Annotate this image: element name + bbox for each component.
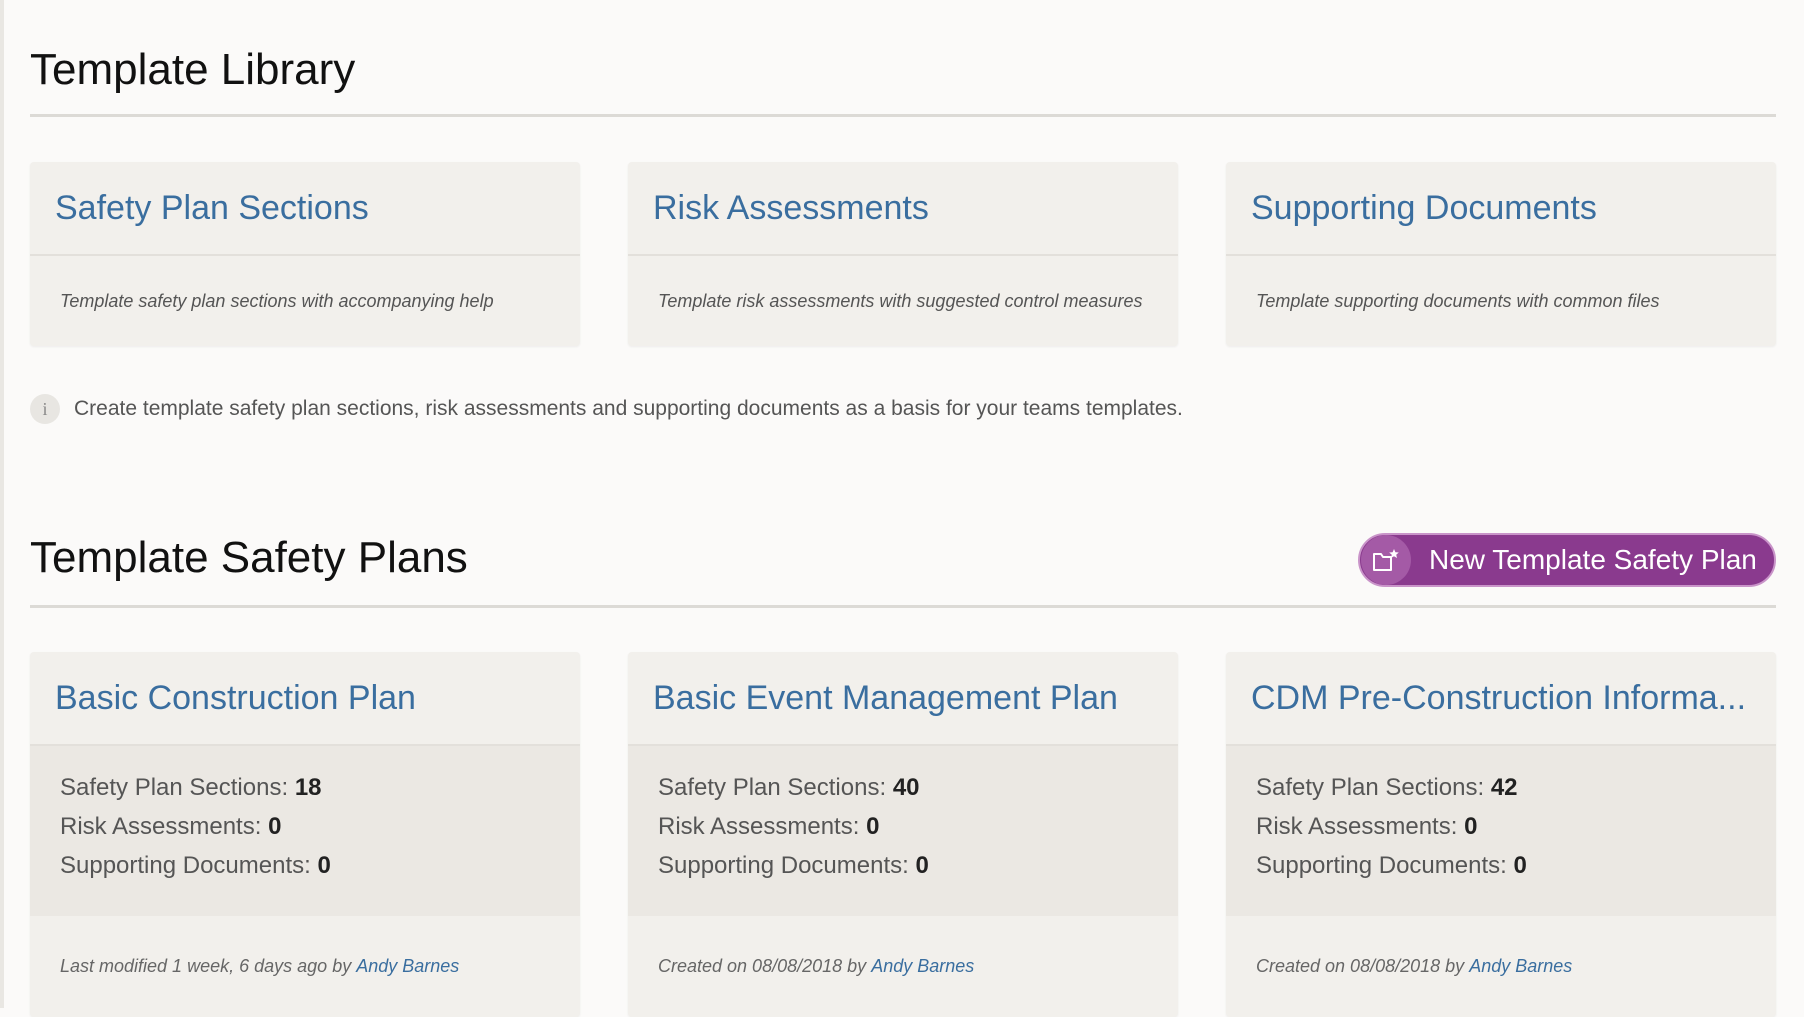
stat-label: Safety Plan Sections: <box>658 774 887 801</box>
stat-value: 18 <box>294 774 322 801</box>
new-template-safety-plan-button[interactable]: New Template Safety Plan <box>1358 533 1776 587</box>
plan-card[interactable]: CDM Pre-Construction Informa... Safety P… <box>1226 652 1776 1017</box>
plan-cards: Basic Construction Plan Safety Plan Sect… <box>30 652 1776 1017</box>
stat-label: Supporting Documents: <box>658 852 909 879</box>
stat-value: 0 <box>268 813 282 840</box>
folder-star-icon <box>1361 535 1411 585</box>
library-card-supporting-documents[interactable]: Supporting Documents Template supporting… <box>1226 162 1776 346</box>
stat-value: 0 <box>317 852 331 879</box>
stat-label: Safety Plan Sections: <box>1256 774 1485 801</box>
by-label: by <box>847 955 867 976</box>
author-link[interactable]: Andy Barnes <box>356 956 459 977</box>
stat-value: 0 <box>1464 813 1478 840</box>
new-template-button-label: New Template Safety Plan <box>1429 544 1757 575</box>
stat-value: 42 <box>1490 774 1518 801</box>
info-icon: i <box>30 394 60 424</box>
card-description: Template safety plan sections with accom… <box>60 290 494 311</box>
stat-risks: Risk Assessments: 0 <box>1256 807 1776 846</box>
stat-docs: Supporting Documents: 0 <box>60 846 580 885</box>
plan-stats: Safety Plan Sections: 18 Risk Assessment… <box>30 746 580 916</box>
card-title[interactable]: Supporting Documents <box>1251 189 1597 228</box>
library-cards: Safety Plan Sections Template safety pla… <box>30 162 1776 346</box>
card-header: CDM Pre-Construction Informa... <box>1226 652 1776 746</box>
plan-title[interactable]: CDM Pre-Construction Informa... <box>1251 679 1746 718</box>
template-page: Template Library Safety Plan Sections Te… <box>30 0 1776 1017</box>
author-link[interactable]: Andy Barnes <box>871 956 974 977</box>
card-header: Safety Plan Sections <box>30 162 580 256</box>
library-header: Template Library <box>30 0 1776 117</box>
stat-risks: Risk Assessments: 0 <box>60 807 580 846</box>
plan-title[interactable]: Basic Construction Plan <box>55 679 416 718</box>
plan-stats: Safety Plan Sections: 42 Risk Assessment… <box>1226 746 1776 916</box>
card-description: Template risk assessments with suggested… <box>658 290 1143 311</box>
card-description: Template supporting documents with commo… <box>1256 290 1660 311</box>
plan-footer: Last modified 1 week, 6 days ago by Andy … <box>30 916 580 1016</box>
stat-value: 0 <box>915 852 929 879</box>
plan-card[interactable]: Basic Construction Plan Safety Plan Sect… <box>30 652 580 1017</box>
plan-meta: Last modified 1 week, 6 days ago <box>60 955 328 976</box>
stat-label: Risk Assessments: <box>1256 813 1458 840</box>
by-label: by <box>332 955 352 976</box>
stat-label: Supporting Documents: <box>60 852 311 879</box>
author-link[interactable]: Andy Barnes <box>1469 956 1572 977</box>
stat-label: Supporting Documents: <box>1256 852 1507 879</box>
plan-title[interactable]: Basic Event Management Plan <box>653 679 1118 718</box>
library-card-risk-assessments[interactable]: Risk Assessments Template risk assessmen… <box>628 162 1178 346</box>
stat-docs: Supporting Documents: 0 <box>1256 846 1776 885</box>
stat-value: 0 <box>1513 852 1527 879</box>
plan-card[interactable]: Basic Event Management Plan Safety Plan … <box>628 652 1178 1017</box>
stat-sections: Safety Plan Sections: 18 <box>60 768 580 807</box>
by-label: by <box>1445 955 1465 976</box>
stat-label: Risk Assessments: <box>658 813 860 840</box>
card-header: Basic Construction Plan <box>30 652 580 746</box>
plan-meta: Created on 08/08/2018 <box>658 955 843 976</box>
info-text: Create template safety plan sections, ri… <box>74 397 1183 420</box>
card-header: Risk Assessments <box>628 162 1178 256</box>
plans-header: Template Safety Plans New Template Safet… <box>30 469 1776 608</box>
plan-footer: Created on 08/08/2018 by Andy Barnes <box>1226 916 1776 1016</box>
stat-label: Safety Plan Sections: <box>60 774 289 801</box>
info-note: i Create template safety plan sections, … <box>30 393 1776 425</box>
stat-docs: Supporting Documents: 0 <box>658 846 1178 885</box>
stat-sections: Safety Plan Sections: 42 <box>1256 768 1776 807</box>
card-header: Basic Event Management Plan <box>628 652 1178 746</box>
plan-stats: Safety Plan Sections: 40 Risk Assessment… <box>628 746 1178 916</box>
stat-label: Risk Assessments: <box>60 813 262 840</box>
plan-meta: Created on 08/08/2018 <box>1256 955 1441 976</box>
stat-value: 40 <box>892 774 920 801</box>
stat-sections: Safety Plan Sections: 40 <box>658 768 1178 807</box>
card-title[interactable]: Risk Assessments <box>653 189 929 228</box>
library-card-safety-plan-sections[interactable]: Safety Plan Sections Template safety pla… <box>30 162 580 346</box>
card-title[interactable]: Safety Plan Sections <box>55 189 369 228</box>
stat-risks: Risk Assessments: 0 <box>658 807 1178 846</box>
library-title: Template Library <box>30 45 356 94</box>
left-edge-rule <box>0 0 4 1008</box>
plans-title: Template Safety Plans <box>30 533 468 582</box>
card-header: Supporting Documents <box>1226 162 1776 256</box>
plan-footer: Created on 08/08/2018 by Andy Barnes <box>628 916 1178 1016</box>
stat-value: 0 <box>866 813 880 840</box>
